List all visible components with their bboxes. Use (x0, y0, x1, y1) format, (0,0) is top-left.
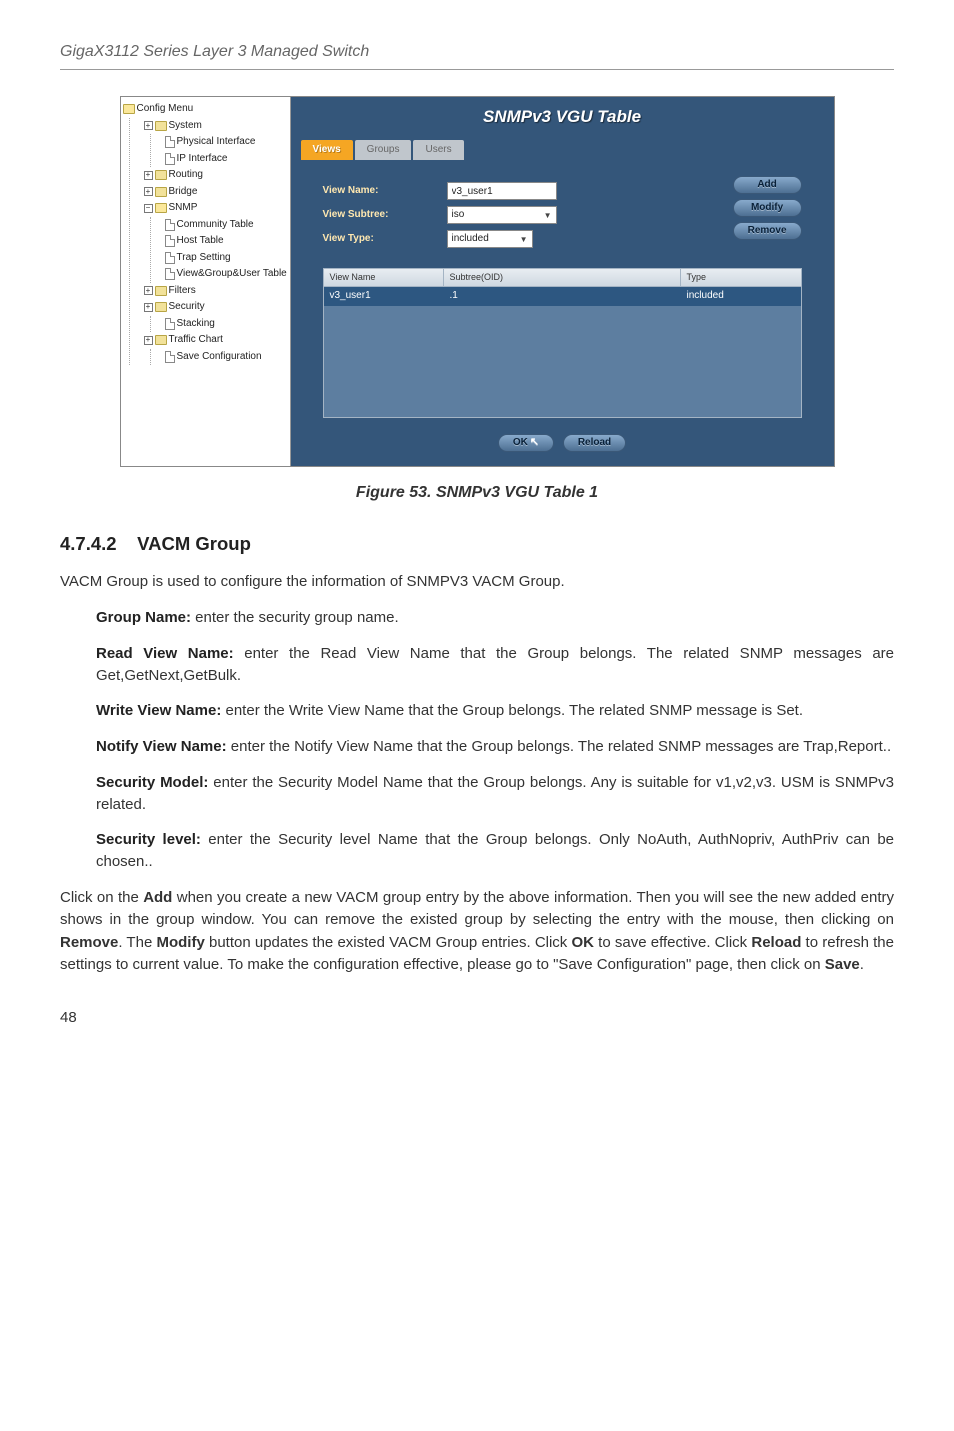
table-row[interactable]: v3_user1 .1 included (324, 287, 801, 306)
tree-security[interactable]: +Security (144, 299, 288, 316)
tree-system[interactable]: + System (144, 118, 288, 135)
cell-view-name: v3_user1 (324, 287, 444, 306)
page-icon (165, 351, 175, 363)
intro-paragraph: VACM Group is used to configure the info… (60, 571, 894, 593)
col-view-name[interactable]: View Name (324, 269, 444, 286)
collapse-icon[interactable]: + (144, 187, 153, 196)
tree-trap-setting[interactable]: Trap Setting (165, 250, 288, 267)
add-button[interactable]: Add (733, 176, 802, 194)
col-subtree[interactable]: Subtree(OID) (444, 269, 681, 286)
def-group-name: Group Name: enter the security group nam… (60, 607, 894, 629)
tab-row: Views Groups Users (301, 140, 824, 161)
view-name-input[interactable] (447, 182, 557, 200)
view-type-select[interactable]: included ▼ (447, 230, 533, 248)
tree-root-label: Config Menu (137, 102, 194, 117)
page-number: 48 (60, 1007, 894, 1029)
view-type-label: View Type: (323, 232, 433, 247)
page-icon (165, 318, 175, 330)
tree-phys-if[interactable]: Physical Interface (165, 134, 288, 151)
tree-host-table[interactable]: Host Table (165, 233, 288, 250)
folder-icon (155, 170, 167, 180)
folder-icon (123, 104, 135, 114)
table-header: View Name Subtree(OID) Type (324, 269, 801, 287)
def-write-view: Write View Name: enter the Write View Na… (60, 700, 894, 722)
main-panel: SNMPv3 VGU Table Views Groups Users View… (291, 97, 834, 466)
folder-icon (155, 203, 167, 213)
tree-community[interactable]: Community Table (165, 217, 288, 234)
cell-subtree: .1 (444, 287, 681, 306)
def-read-view: Read View Name: enter the Read View Name… (60, 643, 894, 687)
def-notify-view: Notify View Name: enter the Notify View … (60, 736, 894, 758)
page-header: GigaX3112 Series Layer 3 Managed Switch (60, 40, 894, 70)
collapse-icon[interactable]: + (144, 286, 153, 295)
collapse-icon[interactable]: + (144, 303, 153, 312)
chevron-down-icon: ▼ (520, 234, 528, 246)
remove-button[interactable]: Remove (733, 222, 802, 240)
page-icon (165, 136, 175, 148)
section-title: VACM Group (137, 533, 251, 554)
section-heading: 4.7.4.2 VACM Group (60, 531, 894, 558)
def-security-model: Security Model: enter the Security Model… (60, 772, 894, 816)
tree-bridge[interactable]: +Bridge (144, 184, 288, 201)
collapse-icon[interactable]: + (144, 121, 153, 130)
folder-icon (155, 335, 167, 345)
ok-label: OK (513, 436, 528, 451)
expand-icon[interactable]: − (144, 204, 153, 213)
collapse-icon[interactable]: + (144, 171, 153, 180)
view-table: View Name Subtree(OID) Type v3_user1 .1 … (323, 268, 802, 418)
tree-ip-if[interactable]: IP Interface (165, 151, 288, 168)
view-subtree-select[interactable]: iso ▼ (447, 206, 557, 224)
page-icon (165, 235, 175, 247)
tree-filters[interactable]: +Filters (144, 283, 288, 300)
app-screenshot: Config Menu + System Physical Interface … (120, 96, 835, 467)
folder-icon (155, 121, 167, 131)
view-type-value: included (452, 232, 489, 247)
view-subtree-label: View Subtree: (323, 208, 433, 223)
tree-traffic-chart[interactable]: +Traffic Chart (144, 332, 288, 349)
page-title: SNMPv3 VGU Table (301, 97, 824, 140)
folder-icon (155, 187, 167, 197)
tree-vgu-table[interactable]: View&Group&User Table (165, 266, 288, 283)
ok-button[interactable]: OK↖ (498, 434, 554, 452)
figure-caption: Figure 53. SNMPv3 VGU Table 1 (60, 481, 894, 504)
folder-icon (155, 286, 167, 296)
table-body[interactable]: v3_user1 .1 included (324, 287, 801, 417)
section-number: 4.7.4.2 (60, 533, 117, 554)
col-type[interactable]: Type (681, 269, 801, 286)
tab-users[interactable]: Users (413, 140, 463, 161)
bottom-button-row: OK↖ Reload (301, 434, 824, 452)
cell-type: included (681, 287, 801, 306)
chevron-down-icon: ▼ (544, 210, 552, 222)
tree-snmp[interactable]: −SNMP (144, 200, 288, 217)
page-icon (165, 252, 175, 264)
page-icon (165, 268, 175, 280)
view-name-label: View Name: (323, 184, 433, 199)
view-subtree-value: iso (452, 208, 465, 223)
view-form: View Name: View Subtree: iso ▼ View Type… (323, 176, 802, 254)
page-icon (165, 219, 175, 231)
folder-icon (155, 302, 167, 312)
tree-root[interactable]: Config Menu (123, 101, 288, 118)
config-tree: Config Menu + System Physical Interface … (121, 97, 291, 466)
tab-groups[interactable]: Groups (355, 140, 412, 161)
tree-save-config[interactable]: Save Configuration (165, 349, 288, 366)
tab-views[interactable]: Views (301, 140, 353, 161)
def-security-level: Security level: enter the Security level… (60, 829, 894, 873)
cursor-icon: ↖ (530, 435, 539, 451)
modify-button[interactable]: Modify (733, 199, 802, 217)
collapse-icon[interactable]: + (144, 336, 153, 345)
tree-stacking[interactable]: Stacking (165, 316, 288, 333)
page-icon (165, 153, 175, 165)
tree-routing[interactable]: +Routing (144, 167, 288, 184)
reload-button[interactable]: Reload (563, 434, 626, 452)
closing-paragraph: Click on the Add when you create a new V… (60, 887, 894, 977)
